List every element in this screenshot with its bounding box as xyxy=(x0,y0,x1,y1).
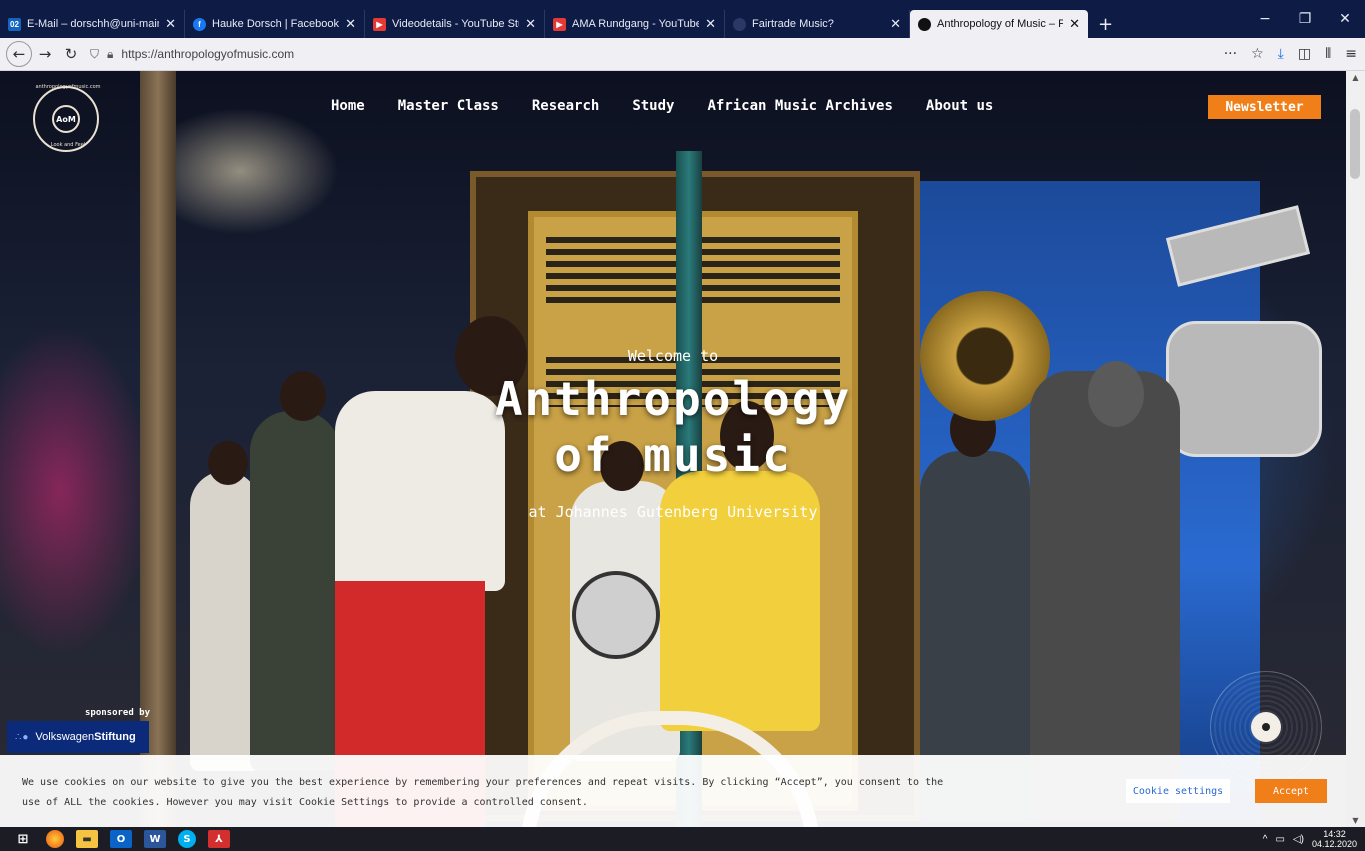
tab-title: AMA Rundgang - YouTube xyxy=(572,18,700,30)
skype-icon[interactable]: S xyxy=(178,830,196,848)
close-tab-icon[interactable]: ✕ xyxy=(890,16,901,32)
main-menu: Home Master Class Research Study African… xyxy=(331,98,993,114)
tab-title: E-Mail – dorschh@uni-mainz.d xyxy=(27,18,159,30)
sponsor-name-b: Stiftung xyxy=(94,731,136,743)
download-icon[interactable]: ⤓ xyxy=(1278,46,1284,62)
hero-subtitle: at Johannes Gutenberg University xyxy=(528,503,818,521)
sidebar-icon[interactable]: ◫ xyxy=(1298,46,1311,62)
newsletter-button[interactable]: Newsletter xyxy=(1208,95,1321,119)
accept-cookies-button[interactable]: Accept xyxy=(1255,779,1327,803)
youtube-icon: ▶ xyxy=(373,17,386,31)
hero-title-line-1: Anthropology xyxy=(494,372,852,426)
menu-item-master-class[interactable]: Master Class xyxy=(398,98,499,114)
hero-title: Anthropology of music xyxy=(0,371,1346,483)
menu-item-about-us[interactable]: About us xyxy=(926,98,993,114)
globe-icon xyxy=(733,17,746,31)
tab-title: Hauke Dorsch | Facebook xyxy=(212,18,339,30)
logo-ring-text: anthropologyofmusic.com xyxy=(35,84,101,90)
close-tab-icon[interactable]: ✕ xyxy=(1069,16,1080,32)
tab-ama-rundgang[interactable]: ▶ AMA Rundgang - YouTube ✕ xyxy=(545,10,725,38)
facebook-icon: f xyxy=(193,17,206,31)
forward-button[interactable]: → xyxy=(32,41,58,67)
library-icon[interactable]: ⦀ xyxy=(1325,46,1331,62)
lock-icon[interactable]: 🔒︎ xyxy=(107,47,113,62)
word-icon[interactable]: W xyxy=(144,830,166,848)
tab-title: Videodetails - YouTube Studio xyxy=(392,18,519,30)
clock[interactable]: 14:32 04.12.2020 xyxy=(1312,829,1357,849)
acrobat-icon[interactable]: ⅄ xyxy=(208,830,230,848)
network-icon[interactable]: ▭ xyxy=(1275,834,1284,845)
windows-taskbar: ⊞ ▬ O W S ⅄ ^ ▭ ◁) 14:32 04.12.2020 xyxy=(0,827,1365,851)
tab-fairtrade[interactable]: Fairtrade Music? ✕ xyxy=(725,10,910,38)
tab-title: Anthropology of Music – Play xyxy=(937,18,1064,30)
file-explorer-icon[interactable]: ▬ xyxy=(76,830,98,848)
site-logo[interactable]: anthropologyofmusic.com AoM Look and Fee… xyxy=(33,84,101,152)
menu-item-african-music-archives[interactable]: African Music Archives xyxy=(707,98,892,114)
close-tab-icon[interactable]: ✕ xyxy=(345,16,356,32)
youtube-icon: ▶ xyxy=(553,17,566,31)
tab-anthropology[interactable]: Anthropology of Music – Play ✕ xyxy=(910,10,1088,38)
browser-navbar: ← → ↻ ⛉ 🔒︎ https://anthropologyofmusic.c… xyxy=(0,38,1365,71)
logo-ring-text: Look and Feel xyxy=(50,142,86,148)
scrollbar-thumb[interactable] xyxy=(1350,109,1360,179)
hero-title-line-2: of music xyxy=(554,428,792,482)
menu-item-study[interactable]: Study xyxy=(632,98,674,114)
clock-time: 14:32 xyxy=(1323,829,1346,839)
scroll-down-icon[interactable]: ▼ xyxy=(1346,816,1365,825)
tab-facebook[interactable]: f Hauke Dorsch | Facebook ✕ xyxy=(185,10,365,38)
tab-email[interactable]: 02 E-Mail – dorschh@uni-mainz.d ✕ xyxy=(0,10,185,38)
maximize-icon[interactable]: ❐ xyxy=(1285,11,1325,27)
sponsor-name-a: Volkswagen xyxy=(35,731,95,743)
cookie-text: We use cookies on our website to give yo… xyxy=(22,777,944,808)
volume-icon[interactable]: ◁) xyxy=(1293,834,1304,845)
cookie-settings-button[interactable]: Cookie settings xyxy=(1126,779,1230,803)
menu-icon[interactable]: ≡ xyxy=(1345,46,1357,62)
firefox-icon[interactable] xyxy=(46,830,64,848)
new-tab-button[interactable]: + xyxy=(1088,10,1123,38)
close-tab-icon[interactable]: ✕ xyxy=(705,16,716,32)
window-controls: − ❐ ✕ xyxy=(1245,0,1365,38)
logo-monogram: AoM xyxy=(52,105,80,133)
sponsor-logo[interactable]: ∴● Volkswagen Stiftung xyxy=(7,721,149,753)
more-icon[interactable]: ··· xyxy=(1224,46,1237,62)
hero-section: anthropologyofmusic.com AoM Look and Fee… xyxy=(0,71,1346,827)
windows-start-icon[interactable]: ⊞ xyxy=(12,830,34,848)
sponsor-dots-icon: ∴● xyxy=(15,731,30,743)
reload-button[interactable]: ↻ xyxy=(58,41,84,67)
page-scrollbar[interactable]: ▲ ▼ xyxy=(1346,71,1365,827)
menu-item-home[interactable]: Home xyxy=(331,98,365,114)
sponsor-label: sponsored by xyxy=(85,708,151,718)
bookmark-star-icon[interactable]: ☆ xyxy=(1251,46,1264,62)
url-bar[interactable]: https://anthropologyofmusic.com xyxy=(121,47,294,61)
browser-tab-strip: 02 E-Mail – dorschh@uni-mainz.d ✕ f Hauk… xyxy=(0,0,1365,38)
snare-drum xyxy=(572,571,660,659)
tray-chevron-icon[interactable]: ^ xyxy=(1263,834,1268,845)
outlook-icon[interactable]: O xyxy=(110,830,132,848)
shield-icon[interactable]: ⛉ xyxy=(90,47,99,62)
scroll-up-icon[interactable]: ▲ xyxy=(1346,73,1365,82)
close-tab-icon[interactable]: ✕ xyxy=(165,16,176,32)
system-tray: ^ ▭ ◁) 14:32 04.12.2020 xyxy=(1263,827,1357,851)
tab-title: Fairtrade Music? xyxy=(752,18,834,30)
cookie-banner: We use cookies on our website to give yo… xyxy=(0,755,1346,827)
welcome-text: Welcome to xyxy=(627,347,719,365)
menu-item-research[interactable]: Research xyxy=(532,98,599,114)
tab-youtube-studio[interactable]: ▶ Videodetails - YouTube Studio ✕ xyxy=(365,10,545,38)
back-button[interactable]: ← xyxy=(6,41,32,67)
site-icon xyxy=(918,17,931,31)
clock-date: 04.12.2020 xyxy=(1311,839,1357,849)
minimize-icon[interactable]: − xyxy=(1245,11,1285,27)
close-window-icon[interactable]: ✕ xyxy=(1325,11,1365,27)
close-tab-icon[interactable]: ✕ xyxy=(525,16,536,32)
mail-icon: 02 xyxy=(8,17,21,31)
vinyl-center xyxy=(1251,712,1281,742)
